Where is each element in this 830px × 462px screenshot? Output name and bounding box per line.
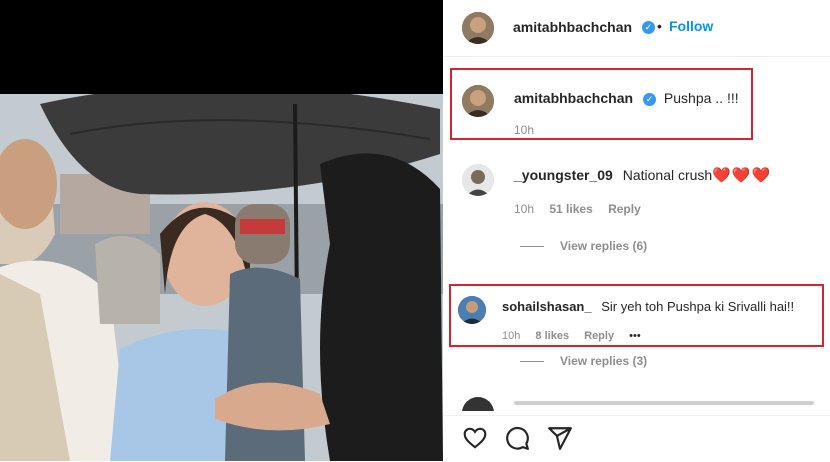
replies-dash <box>520 246 544 248</box>
separator-dot: • <box>657 18 662 34</box>
commenter-avatar[interactable] <box>462 397 494 411</box>
reply-button[interactable]: Reply <box>608 202 641 216</box>
heart-icon[interactable] <box>462 425 488 456</box>
comment-author[interactable]: sohailshasan_ <box>502 299 592 314</box>
heart-emojis: ❤️❤️❤️ <box>712 167 772 184</box>
comment-meta: 10h 51 likes Reply <box>514 202 653 216</box>
post-photo-illustration <box>0 94 443 461</box>
post-panel: amitabhbachchan ✓ • Follow amitabhbachch… <box>443 0 830 461</box>
caption-text: Pushpa .. !!! <box>663 90 739 106</box>
caption-time[interactable]: 10h <box>514 123 534 137</box>
comment-item-partial <box>443 393 830 411</box>
comment-text: Sir yeh toh Pushpa ki Srivalli hai!! <box>601 299 795 314</box>
caption-text-line: amitabhbachchan ✓ Pushpa .. !!! <box>514 90 739 106</box>
reply-button[interactable]: Reply <box>584 330 614 342</box>
comment-text-line: sohailshasan_ Sir yeh toh Pushpa ki Sriv… <box>502 299 794 314</box>
share-icon[interactable] <box>547 425 573 456</box>
comment-text-line: _youngster_09 National crush❤️❤️❤️ <box>514 166 771 184</box>
cut-off-comment-text <box>514 401 814 405</box>
view-replies-button[interactable]: View replies (6) <box>520 239 647 253</box>
comment-meta: 10h 8 likes Reply ••• <box>502 330 653 342</box>
caption-meta: 10h <box>514 123 546 137</box>
post-photo <box>0 94 443 461</box>
post-header: amitabhbachchan ✓ • Follow <box>443 0 830 56</box>
follow-button[interactable]: Follow <box>669 18 713 34</box>
caption-avatar[interactable] <box>462 85 494 117</box>
commenter-avatar[interactable] <box>462 164 494 196</box>
view-replies-label: View replies (6) <box>560 239 648 253</box>
replies-dash <box>520 361 544 363</box>
view-replies-label: View replies (3) <box>560 354 648 368</box>
comment-author[interactable]: _youngster_09 <box>514 167 613 183</box>
avatar-image <box>462 12 494 44</box>
author-username[interactable]: amitabhbachchan <box>513 19 632 35</box>
comment-time[interactable]: 10h <box>502 330 520 342</box>
commenter-avatar[interactable] <box>458 296 486 324</box>
caption-author[interactable]: amitabhbachchan <box>514 90 633 106</box>
avatar-image <box>458 296 486 324</box>
verified-badge-icon: ✓ <box>642 21 655 34</box>
view-replies-button[interactable]: View replies (3) <box>520 354 647 368</box>
header-divider <box>443 56 830 57</box>
more-options-icon[interactable]: ••• <box>629 330 641 342</box>
author-avatar[interactable] <box>462 12 494 44</box>
action-bar <box>443 415 830 462</box>
avatar-image <box>462 85 494 117</box>
comment-time[interactable]: 10h <box>514 202 534 216</box>
post-media <box>0 0 443 461</box>
comment-icon[interactable] <box>504 425 530 456</box>
avatar-image <box>462 164 494 196</box>
comment-likes[interactable]: 8 likes <box>535 330 569 342</box>
comment-likes[interactable]: 51 likes <box>549 202 592 216</box>
comment-text: National crush <box>622 167 713 183</box>
verified-badge-icon: ✓ <box>643 93 657 106</box>
